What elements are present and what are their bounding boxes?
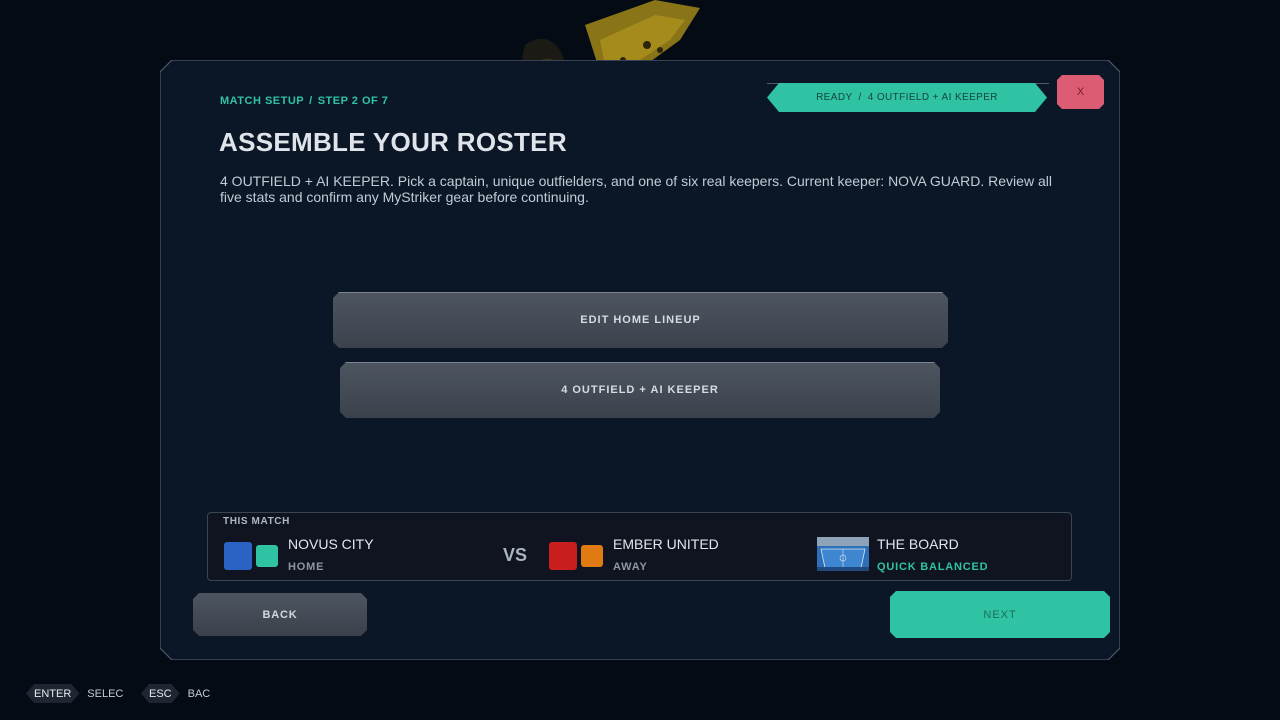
edit-home-lineup-button[interactable]: EDIT HOME LINEUP [333,292,948,348]
match-mode: QUICK BALANCED [877,561,989,573]
away-team-role: AWAY [613,561,648,573]
home-team-name: NOVUS CITY [288,536,374,552]
status-format: 4 OUTFIELD + AI KEEPER [867,92,998,103]
match-summary-label: THIS MATCH [223,516,290,527]
status-badge: READY / 4 OUTFIELD + AI KEEPER [767,83,1047,112]
home-secondary-color-swatch [256,545,278,567]
breadcrumb-section: MATCH SETUP [220,95,305,107]
breadcrumb: MATCH SETUP / STEP 2 OF 7 [220,95,388,107]
breadcrumb-separator: / [309,95,313,107]
team-format-button[interactable]: 4 OUTFIELD + AI KEEPER [340,362,940,418]
venue-name: THE BOARD [877,536,959,552]
footer-hint-select: ENTER SELEC [26,684,123,703]
stadium-thumbnail-icon [817,537,869,571]
status-separator: / [858,92,862,103]
away-secondary-color-swatch [581,545,603,567]
home-team-role: HOME [288,561,325,573]
roster-screen: MATCH SETUP / STEP 2 OF 7 ASSEMBLE YOUR RO… [0,0,1280,720]
breadcrumb-step: STEP 2 OF 7 [317,95,389,107]
away-team-name: EMBER UNITED [613,536,719,552]
away-primary-color-swatch [549,542,577,570]
enter-key-icon: ENTER [26,684,79,703]
close-button[interactable]: X [1057,75,1104,109]
page-title: ASSEMBLE YOUR ROSTER [219,127,567,157]
back-button[interactable]: BACK [193,593,367,636]
page-description: 4 OUTFIELD + AI KEEPER. Pick a captain, … [220,173,1052,205]
match-summary: THIS MATCH NOVUS CITY HOME VS EMBER UNIT… [207,512,1072,581]
esc-key-icon: ESC [141,684,180,703]
status-state: READY [816,92,853,103]
hint-label: BAC [187,687,211,700]
hint-label: SELEC [87,687,124,700]
next-button[interactable]: NEXT [890,591,1110,638]
home-primary-color-swatch [224,542,252,570]
versus-label: VS [503,545,528,565]
footer-hint-back: ESC BAC [141,684,210,703]
